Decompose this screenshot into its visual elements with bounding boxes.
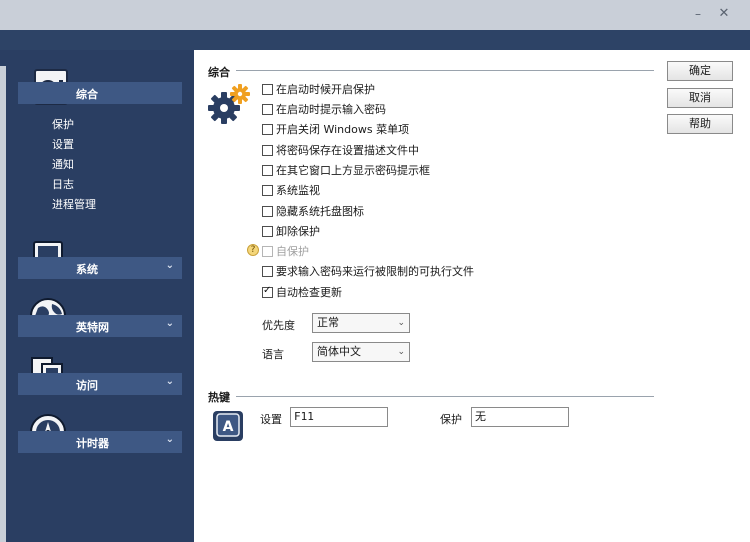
hotkey-settings-input[interactable]: F11	[290, 407, 388, 427]
sidebar-item-protect[interactable]: 保护	[52, 116, 74, 132]
option-label: 在启动时提示输入密码	[276, 103, 386, 116]
chevron-down-icon: ⌄	[165, 434, 174, 445]
section-title-hotkeys: 热键	[208, 391, 230, 404]
sidebar-group-label: 系统	[76, 263, 98, 276]
sidebar-edge	[0, 66, 6, 542]
sidebar-item-settings[interactable]: 设置	[52, 136, 74, 152]
option-start-protection[interactable]: 在启动时候开启保护	[262, 81, 375, 97]
checkbox-checked[interactable]	[262, 285, 273, 298]
option-prompt-password[interactable]: 在启动时提示输入密码	[262, 101, 386, 117]
help-button[interactable]: 帮助	[667, 114, 733, 134]
language-label: 语言	[262, 348, 284, 361]
sidebar-group-label: 综合	[76, 88, 98, 101]
option-label: 开启关闭 Windows 菜单项	[276, 123, 410, 136]
checkbox[interactable]	[262, 103, 273, 115]
checkbox[interactable]	[262, 144, 273, 156]
option-system-monitor[interactable]: 系统监视	[262, 182, 320, 198]
checkbox[interactable]	[262, 83, 273, 95]
hotkey-settings-label: 设置	[260, 413, 282, 426]
option-label: 要求输入密码来运行被限制的可执行文件	[276, 265, 474, 278]
option-label: 将密码保存在设置描述文件中	[276, 144, 419, 157]
checkbox[interactable]	[262, 164, 273, 176]
sidebar-group-internet[interactable]: 英特网 ⌄	[18, 315, 182, 337]
checkbox[interactable]	[262, 184, 273, 196]
option-label: 隐藏系统托盘图标	[276, 205, 364, 218]
language-value: 简体中文	[317, 345, 361, 358]
option-remove-protection[interactable]: 卸除保护	[262, 223, 320, 239]
sidebar-group-label: 英特网	[76, 321, 109, 334]
section-title-general: 综合	[208, 66, 230, 79]
cancel-button[interactable]: 取消	[667, 88, 733, 108]
chevron-down-icon: ⌄	[165, 318, 174, 329]
hotkey-protect-input[interactable]: 无	[471, 407, 569, 427]
option-save-password[interactable]: 将密码保存在设置描述文件中	[262, 142, 419, 158]
sidebar-group-label: 计时器	[76, 437, 109, 450]
option-password-restricted-exe[interactable]: 要求输入密码来运行被限制的可执行文件	[262, 263, 474, 279]
checkbox	[262, 245, 273, 257]
checkbox[interactable]	[262, 225, 273, 237]
minimize-button[interactable]: –	[688, 6, 708, 22]
sidebar-group-timer[interactable]: 计时器 ⌄	[18, 431, 182, 453]
sidebar-group-general[interactable]: 综合	[18, 82, 182, 104]
svg-text:A: A	[223, 419, 234, 435]
priority-select[interactable]: 正常 ⌄	[312, 313, 410, 333]
option-label: 在启动时候开启保护	[276, 83, 375, 96]
option-hide-tray-icon[interactable]: 隐藏系统托盘图标	[262, 203, 364, 219]
sidebar-group-access[interactable]: 访问 ⌄	[18, 373, 182, 395]
option-label: 自保护	[276, 245, 309, 258]
checkbox[interactable]	[262, 205, 273, 217]
sidebar-item-notify[interactable]: 通知	[52, 156, 74, 172]
priority-label: 优先度	[262, 319, 295, 332]
option-label: 系统监视	[276, 184, 320, 197]
option-self-protection: 自保护	[262, 243, 309, 259]
sidebar-group-system[interactable]: 系统 ⌄	[18, 257, 182, 279]
chevron-down-icon: ⌄	[165, 260, 174, 271]
language-select[interactable]: 简体中文 ⌄	[312, 342, 410, 362]
checkbox[interactable]	[262, 265, 273, 277]
sidebar-item-log[interactable]: 日志	[52, 176, 74, 192]
header-band	[0, 30, 750, 50]
option-auto-update[interactable]: 自动检查更新	[262, 284, 342, 300]
sidebar-item-process-manager[interactable]: 进程管理	[52, 196, 96, 212]
close-button[interactable]: ✕	[714, 6, 734, 22]
sidebar-group-label: 访问	[76, 379, 98, 392]
checkbox[interactable]	[262, 123, 273, 135]
chevron-down-icon: ⌄	[397, 347, 405, 357]
option-label: 卸除保护	[276, 225, 320, 238]
priority-value: 正常	[317, 316, 339, 329]
option-label: 在其它窗口上方显示密码提示框	[276, 164, 430, 177]
title-bar: – ✕	[0, 0, 750, 30]
option-windows-menu[interactable]: 开启关闭 Windows 菜单项	[262, 121, 409, 137]
option-label: 自动检查更新	[276, 286, 342, 299]
gears-icon	[208, 84, 250, 124]
section-divider	[236, 396, 654, 397]
chevron-down-icon: ⌄	[397, 318, 405, 328]
section-divider	[236, 70, 654, 71]
help-hint-icon[interactable]: ?	[247, 244, 259, 256]
ok-button[interactable]: 确定	[667, 61, 733, 81]
option-prompt-on-top[interactable]: 在其它窗口上方显示密码提示框	[262, 162, 430, 178]
hotkey-protect-label: 保护	[440, 413, 462, 426]
keyboard-key-icon: A	[213, 411, 243, 441]
chevron-down-icon: ⌄	[165, 376, 174, 387]
